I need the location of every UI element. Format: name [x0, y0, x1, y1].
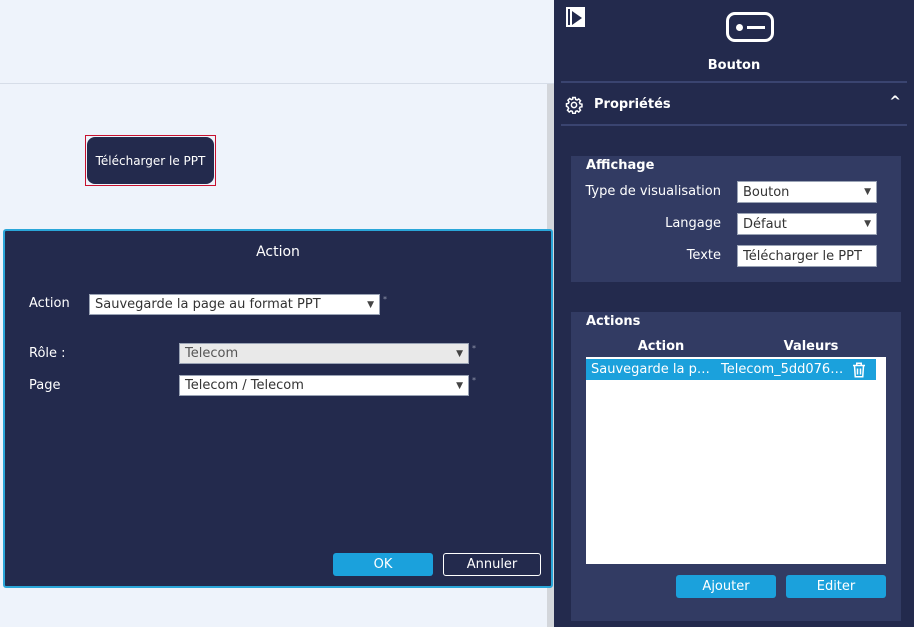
- visual-type-select[interactable]: Bouton ▼: [737, 181, 877, 203]
- text-input[interactable]: [737, 245, 877, 267]
- visual-type-value: Bouton: [743, 184, 790, 200]
- chevron-down-icon: ▼: [864, 219, 871, 229]
- actions-table: Action Valeurs Sauvegarde la page au for…: [586, 336, 886, 564]
- panel-toggle-icon[interactable]: [565, 6, 586, 28]
- action-label: Action: [29, 296, 70, 311]
- divider: [561, 81, 907, 83]
- row-values: Telecom_5dd0760...: [721, 362, 844, 377]
- display-section-title: Affichage: [586, 158, 655, 173]
- actions-section-title: Actions: [586, 314, 641, 329]
- canvas-header-area: [0, 0, 554, 84]
- properties-header[interactable]: Propriétés ^: [561, 88, 907, 124]
- page-select[interactable]: Telecom / Telecom ▼: [179, 375, 469, 396]
- role-label: Rôle :: [29, 346, 66, 361]
- cancel-button[interactable]: Annuler: [443, 553, 541, 576]
- required-mark: *: [472, 376, 476, 385]
- chevron-down-icon: ▼: [456, 348, 463, 359]
- divider: [561, 124, 907, 126]
- display-section: Affichage Type de visualisation Bouton ▼…: [571, 156, 901, 282]
- visual-type-label: Type de visualisation: [585, 184, 721, 199]
- properties-title: Propriétés: [594, 97, 671, 112]
- download-ppt-button[interactable]: Télécharger le PPT: [87, 137, 214, 184]
- text-label: Texte: [686, 248, 721, 263]
- language-select[interactable]: Défaut ▼: [737, 213, 877, 235]
- required-mark: *: [472, 344, 476, 353]
- dialog-title: Action: [256, 244, 300, 260]
- action-select-value: Sauvegarde la page au format PPT: [95, 297, 321, 312]
- gear-icon: [565, 96, 583, 114]
- ok-button[interactable]: OK: [333, 553, 433, 576]
- chevron-down-icon: ▼: [456, 380, 463, 391]
- column-header-values: Valeurs: [783, 339, 839, 354]
- chevron-down-icon: ▼: [864, 187, 871, 197]
- button-component-icon: [726, 12, 774, 42]
- selected-component-frame[interactable]: Télécharger le PPT: [85, 135, 216, 186]
- page-label: Page: [29, 378, 61, 393]
- role-select-value: Telecom: [185, 346, 239, 361]
- page-select-value: Telecom / Telecom: [185, 378, 304, 393]
- table-header: Action Valeurs: [586, 336, 886, 357]
- action-dialog: Action Action Sauvegarde la page au form…: [3, 229, 553, 588]
- language-label: Langage: [665, 216, 721, 231]
- chevron-down-icon: ▼: [367, 299, 374, 310]
- language-value: Défaut: [743, 216, 787, 232]
- edit-action-button[interactable]: Editer: [786, 575, 886, 598]
- action-select[interactable]: Sauvegarde la page au format PPT ▼: [89, 294, 380, 315]
- add-action-button[interactable]: Ajouter: [676, 575, 776, 598]
- component-name: Bouton: [707, 58, 761, 73]
- properties-panel: Bouton Propriétés ^ Affichage Type de vi…: [554, 0, 914, 627]
- column-header-action: Action: [637, 339, 685, 354]
- trash-icon[interactable]: [850, 361, 868, 379]
- table-row[interactable]: Sauvegarde la page au format PPT Telecom…: [586, 359, 876, 380]
- required-mark: *: [383, 295, 387, 304]
- row-action: Sauvegarde la page au format PPT: [591, 362, 716, 377]
- actions-section: Actions Action Valeurs Sauvegarde la pag…: [571, 312, 901, 621]
- role-select[interactable]: Telecom ▼: [179, 343, 469, 364]
- chevron-up-icon[interactable]: ^: [889, 94, 901, 110]
